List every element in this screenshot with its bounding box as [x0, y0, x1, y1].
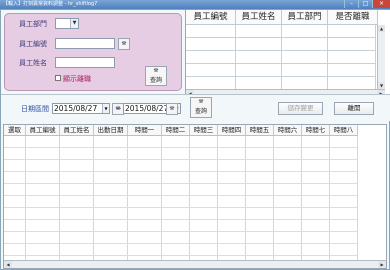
date-separator: ~ [115, 104, 122, 113]
shift-grid[interactable]: 選取 員工編號 員工姓名 出勤日期 時間一 時間二 時間三 時間四 時間五 時間… [3, 124, 387, 269]
save-changes-button[interactable]: 儲存變更 [278, 102, 323, 115]
binoculars-icon: ⛯ [198, 98, 204, 105]
table-row[interactable] [186, 64, 376, 77]
column-header[interactable]: 員工部門 [282, 10, 328, 25]
shift-grid-header: 選取 員工編號 員工姓名 出勤日期 時間一 時間二 時間三 時間四 時間五 時間… [4, 125, 358, 136]
scroll-left-icon[interactable]: ◀ [4, 261, 12, 268]
minimize-icon[interactable]: – [344, 0, 358, 8]
show-resigned-label: 顯示離職 [63, 75, 91, 83]
employee-grid[interactable]: 員工編號 員工姓名 員工部門 是否離職 ▲ ▼ ◀ ▶ [185, 10, 390, 98]
employee-name-input[interactable] [55, 57, 115, 68]
employee-query-label: 查詢 [149, 77, 162, 84]
column-header[interactable]: 時間二 [162, 125, 190, 135]
scroll-right-icon[interactable]: ▶ [378, 261, 386, 268]
scroll-up-icon[interactable]: ▲ [378, 25, 385, 32]
column-header[interactable]: 時間五 [246, 125, 274, 135]
column-header[interactable]: 時間八 [330, 125, 358, 135]
main-window: 員工部門 ▼ 員工編號 ⛯ 員工姓名 顯示離職 ⛯ 查詢 員工編號 員工姓名 員… [0, 9, 390, 270]
table-row[interactable] [4, 148, 358, 160]
column-header[interactable]: 時間四 [218, 125, 246, 135]
table-row[interactable] [4, 160, 358, 172]
table-row[interactable] [4, 244, 358, 256]
department-select[interactable]: ▼ [55, 18, 79, 29]
employee-filter-panel: 員工部門 ▼ 員工編號 ⛯ 員工姓名 顯示離職 ⛯ 查詢 [4, 13, 182, 91]
shift-grid-hscroll[interactable]: ◀ ▶ [4, 260, 386, 268]
table-row[interactable] [4, 172, 358, 184]
column-header[interactable]: 時間一 [128, 125, 162, 135]
shift-grid-body [4, 136, 358, 268]
chevron-down-icon[interactable]: ▼ [102, 104, 109, 113]
binoculars-icon: ⛯ [153, 67, 159, 74]
column-header[interactable]: 員工姓名 [236, 10, 282, 25]
show-resigned-checkbox[interactable] [55, 75, 61, 81]
date-range-bar: 日期區間 2015/08/27 ▼ ⛯ ~ 2015/08/27 ▼ ⛯ ⛯ 查… [1, 95, 390, 121]
employee-grid-header: 員工編號 員工姓名 員工部門 是否離職 [186, 10, 390, 25]
column-header[interactable]: 時間六 [274, 125, 302, 135]
table-row[interactable] [4, 136, 358, 148]
end-date-search-button[interactable]: ⛯ [166, 103, 178, 115]
end-date-value: 2015/08/27 [125, 104, 169, 113]
column-header[interactable]: 員工編號 [186, 10, 236, 25]
window-controls: – □ × [344, 0, 390, 9]
binoculars-icon: ⛯ [121, 40, 127, 47]
table-row[interactable] [4, 184, 358, 196]
column-header[interactable]: 出勤日期 [94, 125, 128, 135]
employee-name-label: 員工姓名 [19, 59, 47, 67]
table-row[interactable] [186, 38, 376, 51]
employee-search-button[interactable]: ⛯ [118, 38, 130, 50]
shift-query-button[interactable]: ⛯ 查詢 [190, 97, 212, 118]
column-header[interactable]: 員工姓名 [60, 125, 94, 135]
column-header[interactable]: 選取 [4, 125, 26, 135]
employee-grid-body [186, 25, 376, 90]
shift-query-label: 查詢 [194, 108, 207, 115]
scroll-down-icon[interactable]: ▼ [378, 82, 385, 89]
maximize-icon[interactable]: □ [358, 0, 372, 8]
start-date-picker[interactable]: 2015/08/27 ▼ [52, 103, 110, 114]
column-header[interactable]: 時間三 [190, 125, 218, 135]
date-range-label: 日期區間 [21, 105, 49, 113]
chevron-down-icon[interactable]: ▼ [70, 19, 78, 28]
window-title: 【輸入】打刻異常資料調整 - hr_shiftlog7 [3, 1, 98, 7]
table-row[interactable] [4, 208, 358, 220]
column-header[interactable]: 是否離職 [328, 10, 378, 25]
column-header[interactable]: 時間七 [302, 125, 330, 135]
close-icon[interactable]: × [372, 0, 390, 8]
employee-grid-vscroll[interactable]: ▲ ▼ [377, 25, 385, 89]
table-row[interactable] [4, 232, 358, 244]
employee-query-button[interactable]: ⛯ 查詢 [145, 66, 167, 86]
window-titlebar: 【輸入】打刻異常資料調整 - hr_shiftlog7 – □ × [0, 0, 390, 9]
table-row[interactable] [186, 51, 376, 64]
employee-id-label: 員工編號 [19, 40, 47, 48]
employee-id-input[interactable] [55, 38, 115, 49]
table-row[interactable] [186, 25, 376, 38]
department-label: 員工部門 [19, 20, 47, 28]
table-row[interactable] [4, 220, 358, 232]
close-button[interactable]: 離開 [334, 102, 374, 115]
start-date-value: 2015/08/27 [54, 104, 98, 113]
table-row[interactable] [4, 196, 358, 208]
binoculars-icon: ⛯ [169, 105, 175, 112]
column-header[interactable]: 員工編號 [26, 125, 60, 135]
